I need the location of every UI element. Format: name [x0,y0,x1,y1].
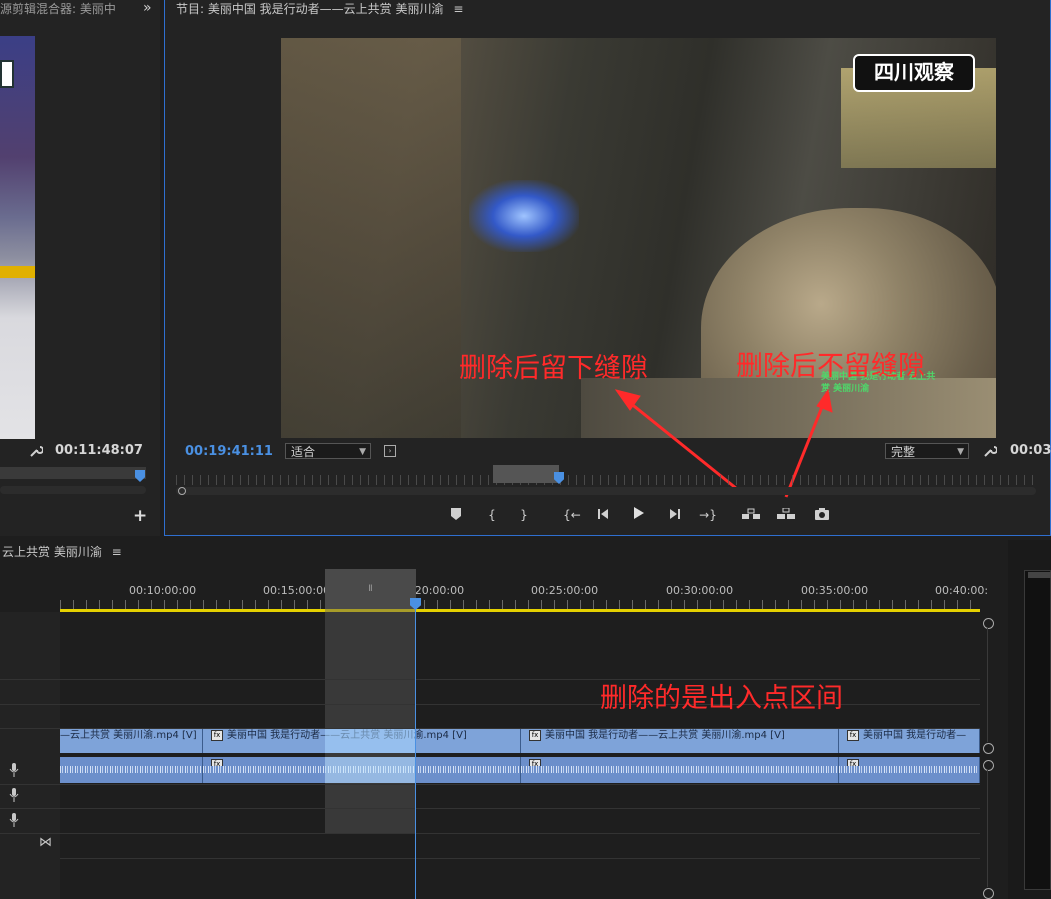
track-headers [0,612,60,899]
extract-button[interactable] [776,506,796,526]
mark-in-button[interactable]: { [482,505,502,525]
annotation-range: 删除的是出入点区间 [600,683,843,714]
audio-waveform [521,766,838,773]
program-timecode[interactable]: 00:19:41:11 [185,444,273,459]
ruler-label: 00:40:00: [935,584,989,597]
audio-meter-indicator [1028,572,1051,578]
fx-badge-icon: fx [211,729,223,741]
ruler-label: 00:25:00:00 [531,584,599,597]
mark-out-button[interactable]: } [514,505,534,525]
mic-icon[interactable] [9,813,19,827]
audio-clip[interactable]: fx [839,757,980,783]
track-divider [60,833,980,834]
audio-clip[interactable] [60,757,203,783]
fx-badge-icon: fx [529,729,541,741]
bowtie-icon[interactable]: ⋈ [39,835,52,850]
timeline-vscroll-handle[interactable] [983,743,994,754]
track-header-divider [0,728,60,729]
lift-icon [742,508,760,519]
track-header-divider [0,704,60,705]
program-in-out-range[interactable] [493,465,559,483]
add-marker-button[interactable] [446,506,466,526]
step-back-icon [598,509,608,519]
track-divider [60,858,980,859]
selected-range-video [325,729,415,753]
mic-icon[interactable] [9,763,19,777]
timeline-vscroll-handle[interactable] [983,760,994,771]
audio-clip[interactable]: fx [521,757,839,783]
extract-icon [777,507,795,519]
work-area-bar[interactable] [60,609,980,612]
step-forward-button[interactable] [664,505,684,525]
track-header-divider [0,808,60,809]
play-icon [634,507,644,519]
quality-select-value: 完整 [891,445,916,459]
track-divider [60,784,980,785]
timeline-vscroll-track[interactable] [987,770,988,887]
step-back-button[interactable] [594,505,614,525]
ruler-label: 00:35:00:00 [801,584,869,597]
ruler-label: 00:10:00:00 [129,584,197,597]
timeline-title-text: 云上共赏 美丽川渝 [2,545,102,559]
track-divider [60,808,980,809]
timeline-ruler-ticks[interactable] [60,600,980,609]
track-header-divider [0,679,60,680]
chevron-down-icon: ▼ [359,447,366,457]
audio-waveform [839,766,979,773]
timeline-vscroll-handle[interactable] [983,888,994,899]
selected-range-audio [325,757,415,783]
program-duration-timecode: 00:03: [1010,443,1051,458]
program-scrollbar[interactable] [176,487,1036,495]
quality-select[interactable]: 完整 ▼ [885,443,969,459]
fit-select-value: 适合 [291,445,316,459]
audio-waveform [60,766,202,773]
timeline-menu-icon[interactable]: ≡ [112,545,122,559]
program-ruler[interactable] [176,475,1036,485]
ruler-label: 00:15:00:00 [263,584,331,597]
program-wrench-icon[interactable] [983,444,998,461]
fx-badge-icon: fx [847,729,859,741]
fit-select[interactable]: 适合 ▼ [285,443,371,459]
program-scroll-handle[interactable] [178,487,186,495]
settings-square-icon[interactable]: › [384,445,396,457]
video-clip[interactable]: —云上共赏 美丽川渝.mp4 [V] [60,729,203,753]
timeline-vscroll-track[interactable] [987,628,988,742]
export-frame-button[interactable] [812,506,832,526]
mic-icon[interactable] [9,788,19,802]
audio-meter [1024,570,1051,890]
ruler-label: 00:30:00:00 [666,584,734,597]
step-forward-icon [670,509,680,519]
track-header-divider [0,833,60,834]
clip-label: —云上共赏 美丽川渝.mp4 [V] [60,730,197,741]
timeline-title[interactable]: 云上共赏 美丽川渝 ≡ [2,543,222,563]
video-clip[interactable]: fx 美丽中国 我是行动者——云上共赏 美丽川渝.mp4 [V] [521,729,839,753]
clip-label: 美丽中国 我是行动者——云上共赏 美丽川渝.mp4 [V] [545,730,785,741]
track-header-divider [0,784,60,785]
chevron-down-icon: ▼ [957,447,964,457]
camera-icon [815,508,829,520]
go-to-out-button[interactable]: →} [696,505,720,525]
marker-icon [451,508,461,520]
go-to-in-button[interactable]: {← [560,505,584,525]
lift-button[interactable] [741,506,761,526]
timeline-in-out-handle[interactable]: Ⅱ [325,569,416,609]
video-clip[interactable]: fx 美丽中国 我是行动者— [839,729,980,753]
timeline-vscroll-handle[interactable] [983,618,994,629]
play-button[interactable] [629,505,649,525]
clip-label: 美丽中国 我是行动者— [863,730,967,741]
timeline-playhead-line[interactable] [415,599,416,899]
